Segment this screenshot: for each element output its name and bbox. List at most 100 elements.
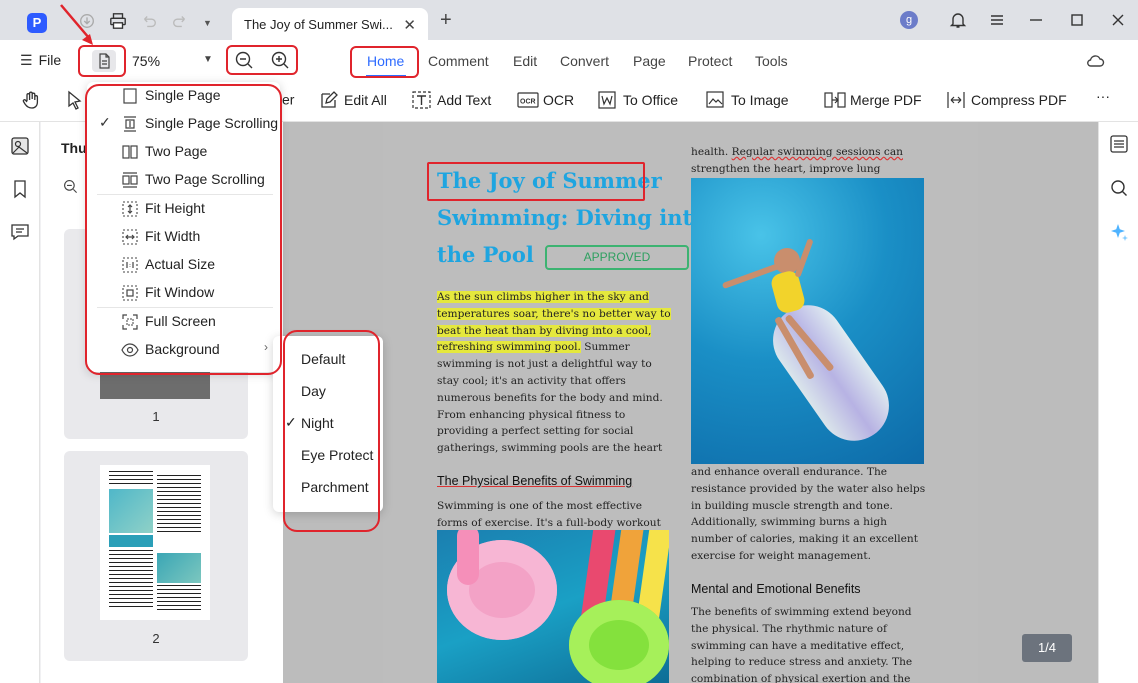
fit-width-icon xyxy=(121,228,139,246)
menu-item-single-page[interactable]: Single Page xyxy=(87,82,280,110)
menu-item-background[interactable]: Background › xyxy=(87,336,280,364)
thumbnail-page-number: 1 xyxy=(152,409,160,424)
highlighted-text: As the sun climbs higher in the sky and … xyxy=(437,291,671,354)
zoom-value[interactable]: 75% xyxy=(132,53,160,69)
menu-item-label: Actual Size xyxy=(145,256,216,272)
menu-item-two-page[interactable]: Two Page xyxy=(87,138,280,166)
zoom-in-icon[interactable] xyxy=(270,50,290,70)
search-icon[interactable] xyxy=(1109,178,1129,198)
ai-sparkle-icon[interactable] xyxy=(1109,222,1129,242)
cloud-icon[interactable] xyxy=(1085,51,1105,71)
highlighter-partial[interactable]: er xyxy=(282,90,294,107)
document-title-line-1: The Joy of Summer xyxy=(437,168,662,193)
print-icon[interactable] xyxy=(109,12,127,30)
menu-item-label: Single Page Scrolling xyxy=(145,115,279,131)
close-tab-icon[interactable]: ✕ xyxy=(403,16,416,34)
tab-home[interactable]: Home xyxy=(367,53,404,69)
approved-stamp[interactable]: APPROVED xyxy=(545,245,689,270)
add-text-label: Add Text xyxy=(437,92,492,108)
tab-page[interactable]: Page xyxy=(633,53,666,69)
quick-access-dropdown-icon[interactable]: ▼ xyxy=(203,18,221,36)
tab-edit[interactable]: Edit xyxy=(513,53,537,69)
tab-convert[interactable]: Convert xyxy=(560,53,609,69)
tab-tools[interactable]: Tools xyxy=(755,53,788,69)
tab-comment[interactable]: Comment xyxy=(428,53,489,69)
add-text-icon xyxy=(411,90,433,110)
col2-top-text-a: health. xyxy=(691,146,732,158)
more-tools-button[interactable]: ··· xyxy=(1096,88,1110,104)
file-label: File xyxy=(38,52,62,68)
to-image-icon xyxy=(705,90,727,110)
menu-item-actual-size[interactable]: Actual Size xyxy=(87,251,280,279)
undo-icon[interactable] xyxy=(140,12,158,30)
redo-icon[interactable] xyxy=(171,12,189,30)
page-2-preview xyxy=(100,465,210,620)
checkmark-icon: ✓ xyxy=(99,114,111,130)
minimize-icon[interactable] xyxy=(1026,10,1046,30)
bookmark-icon[interactable] xyxy=(10,179,30,199)
background-option-night[interactable]: ✓ Night xyxy=(273,409,383,437)
menu-item-single-page-scrolling[interactable]: ✓ Single Page Scrolling xyxy=(87,110,280,138)
to-image-button[interactable]: To Image xyxy=(705,90,789,110)
menu-item-fit-width[interactable]: Fit Width xyxy=(87,223,280,251)
file-menu-button[interactable]: ☰ File xyxy=(20,52,61,69)
menu-icon[interactable] xyxy=(987,10,1007,30)
main-toolbar: ☰ File 75% ▼ Home Comment Edit Convert Pa… xyxy=(0,40,1138,80)
single-page-icon xyxy=(121,87,139,105)
new-tab-button[interactable]: + xyxy=(440,10,452,30)
menu-item-fit-window[interactable]: Fit Window xyxy=(87,279,280,307)
page-display-button[interactable] xyxy=(92,50,116,72)
col2-top-text-b: Regular swimming sessions can xyxy=(731,146,903,158)
submenu-arrow-icon: › xyxy=(264,340,268,354)
background-submenu: Default Day ✓ Night Eye Protect Parchmen… xyxy=(273,336,383,512)
menu-item-fit-height[interactable]: Fit Height xyxy=(87,195,280,223)
hand-icon xyxy=(20,90,42,110)
comments-icon[interactable] xyxy=(10,222,30,242)
thumbnail-page-2[interactable]: 2 xyxy=(64,451,248,661)
menu-item-label: Fit Width xyxy=(145,228,201,244)
add-text-button[interactable]: Add Text xyxy=(411,90,491,110)
col2-middle-text: and enhance overall endurance. The resis… xyxy=(691,466,926,562)
to-office-button[interactable]: To Office xyxy=(597,90,678,110)
background-option-label: Day xyxy=(301,383,326,399)
ocr-button[interactable]: OCR OCR xyxy=(517,90,574,110)
close-window-icon[interactable] xyxy=(1108,10,1128,30)
menu-item-label: Two Page xyxy=(145,143,208,159)
document-tab[interactable]: The Joy of Summer Swi... ✕ xyxy=(232,8,428,40)
background-option-eye-protect[interactable]: Eye Protect xyxy=(273,441,383,469)
menu-item-label: Two Page Scrolling xyxy=(145,171,265,187)
notification-bell-icon[interactable] xyxy=(948,10,968,30)
actual-size-icon xyxy=(121,256,139,274)
hand-tool-button[interactable] xyxy=(20,90,46,110)
background-option-day[interactable]: Day xyxy=(273,377,383,405)
compress-pdf-button[interactable]: Compress PDF xyxy=(945,90,1067,110)
ocr-icon: OCR xyxy=(517,90,539,110)
section-mental-benefits-text: The benefits of swimming extend beyond t… xyxy=(691,606,913,683)
annotation-arrow-icon xyxy=(60,4,93,45)
compress-pdf-icon xyxy=(945,90,967,110)
edit-all-button[interactable]: Edit All xyxy=(318,90,387,110)
menu-item-full-screen[interactable]: Full Screen xyxy=(87,308,280,336)
tab-protect[interactable]: Protect xyxy=(688,53,732,69)
menu-item-two-page-scrolling[interactable]: Two Page Scrolling xyxy=(87,166,280,194)
thumbnail-zoom-out-icon[interactable] xyxy=(63,179,79,198)
highlighter-partial-label: er xyxy=(282,91,295,108)
background-option-parchment[interactable]: Parchment xyxy=(273,473,383,501)
background-option-default[interactable]: Default xyxy=(273,345,383,373)
document-title-line-3: the Pool xyxy=(437,242,534,267)
zoom-dropdown-icon[interactable]: ▼ xyxy=(203,54,213,65)
single-page-scrolling-icon xyxy=(121,115,139,133)
edit-all-label: Edit All xyxy=(344,92,387,108)
document-viewer[interactable]: The Joy of Summer Swimming: Diving into … xyxy=(283,122,1098,683)
maximize-icon[interactable] xyxy=(1067,10,1087,30)
merge-pdf-button[interactable]: Merge PDF xyxy=(824,90,922,110)
page-indicator: 1/4 xyxy=(1022,634,1072,662)
to-office-label: To Office xyxy=(623,92,678,108)
properties-icon[interactable] xyxy=(1109,134,1129,154)
zoom-out-icon[interactable] xyxy=(234,50,254,70)
user-avatar[interactable]: g xyxy=(900,11,918,29)
col2-top-text-c: strengthen the heart, improve lung capac… xyxy=(691,162,881,175)
thumbnails-icon[interactable] xyxy=(10,136,30,156)
background-option-label: Parchment xyxy=(301,479,369,495)
compress-pdf-label: Compress PDF xyxy=(971,92,1067,108)
